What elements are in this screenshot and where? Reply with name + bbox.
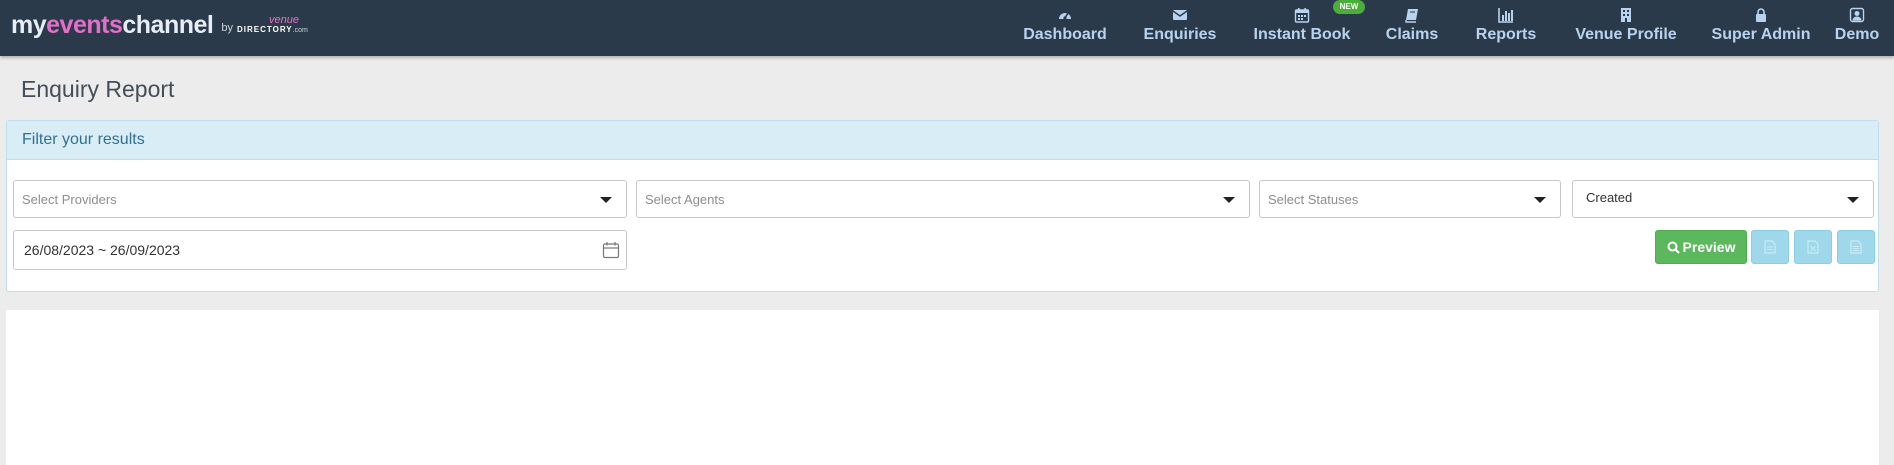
brand-by: by	[221, 22, 233, 34]
nav-super-admin[interactable]: Super Admin	[1710, 0, 1812, 56]
lock-icon	[1756, 8, 1766, 22]
providers-placeholder: Select Providers	[22, 192, 117, 207]
file-text-icon	[1850, 240, 1862, 254]
preview-button[interactable]: Preview	[1655, 230, 1747, 264]
dashboard-icon	[1059, 12, 1071, 20]
chevron-down-icon	[1534, 197, 1546, 203]
brand-venue: venue	[268, 14, 299, 26]
date-type-value: Created	[1586, 190, 1633, 205]
book-icon	[1405, 9, 1418, 23]
preview-label: Preview	[1682, 239, 1736, 255]
nav-enquiries[interactable]: Enquiries	[1136, 0, 1224, 56]
nav-dashboard[interactable]: Dashboard	[1020, 0, 1110, 56]
brand-directory-suffix: .com	[292, 27, 308, 34]
search-icon	[1667, 241, 1680, 254]
nav-demo-user[interactable]: Demo	[1832, 0, 1882, 56]
nav-label: Reports	[1475, 26, 1537, 43]
nav-label: Venue Profile	[1575, 26, 1677, 43]
brand-my: my	[11, 11, 47, 39]
statuses-select[interactable]: Select Statuses	[1259, 180, 1561, 218]
filter-panel-heading: Filter your results	[7, 121, 1878, 160]
agents-placeholder: Select Agents	[645, 192, 725, 207]
nav-claims[interactable]: Claims	[1380, 0, 1444, 56]
calendar-icon[interactable]	[602, 241, 620, 259]
chevron-down-icon	[1847, 197, 1859, 203]
date-range-value: 26/08/2023 ~ 26/09/2023	[24, 242, 181, 258]
export-excel-button[interactable]	[1794, 230, 1832, 264]
new-badge: NEW	[1333, 0, 1365, 14]
file-excel-icon	[1807, 240, 1819, 254]
brand-events: events	[46, 11, 123, 39]
chevron-down-icon	[600, 197, 612, 203]
brand-directory: DIRECTORY	[236, 25, 293, 34]
report-results-area	[6, 310, 1879, 465]
nav-reports[interactable]: Reports	[1470, 0, 1542, 56]
agents-select[interactable]: Select Agents	[636, 180, 1250, 218]
envelope-icon	[1172, 10, 1188, 20]
nav-label: Dashboard	[1023, 26, 1107, 43]
top-navbar: myeventschannel by venue DIRECTORY.com D…	[0, 0, 1894, 56]
nav-label: Demo	[1834, 26, 1880, 43]
nav-venue-profile[interactable]: Venue Profile	[1568, 0, 1684, 56]
nav-label: Enquiries	[1143, 26, 1217, 43]
brand-channel: channel	[122, 11, 214, 39]
nav-label: Super Admin	[1711, 26, 1811, 43]
brand-logo[interactable]: myeventschannel by venue DIRECTORY.com	[11, 6, 308, 40]
building-icon	[1621, 8, 1631, 22]
nav-label: Claims	[1385, 26, 1439, 43]
date-type-select[interactable]: Created	[1572, 180, 1874, 218]
user-icon	[1849, 7, 1865, 23]
page-title: Enquiry Report	[21, 76, 175, 102]
nav-label: Instant Book	[1253, 26, 1351, 43]
export-doc-button[interactable]	[1837, 230, 1875, 264]
file-pdf-icon	[1764, 240, 1776, 254]
venue-directory-logo: venue DIRECTORY.com	[237, 15, 308, 36]
date-range-input[interactable]: 26/08/2023 ~ 26/09/2023	[13, 230, 627, 270]
export-pdf-button[interactable]	[1751, 230, 1789, 264]
statuses-placeholder: Select Statuses	[1268, 192, 1359, 207]
filter-panel: Filter your results Select Providers Sel…	[6, 120, 1879, 292]
calendar-icon	[1294, 8, 1310, 23]
providers-select[interactable]: Select Providers	[13, 180, 627, 218]
bar-chart-icon	[1498, 8, 1513, 23]
chevron-down-icon	[1223, 197, 1235, 203]
